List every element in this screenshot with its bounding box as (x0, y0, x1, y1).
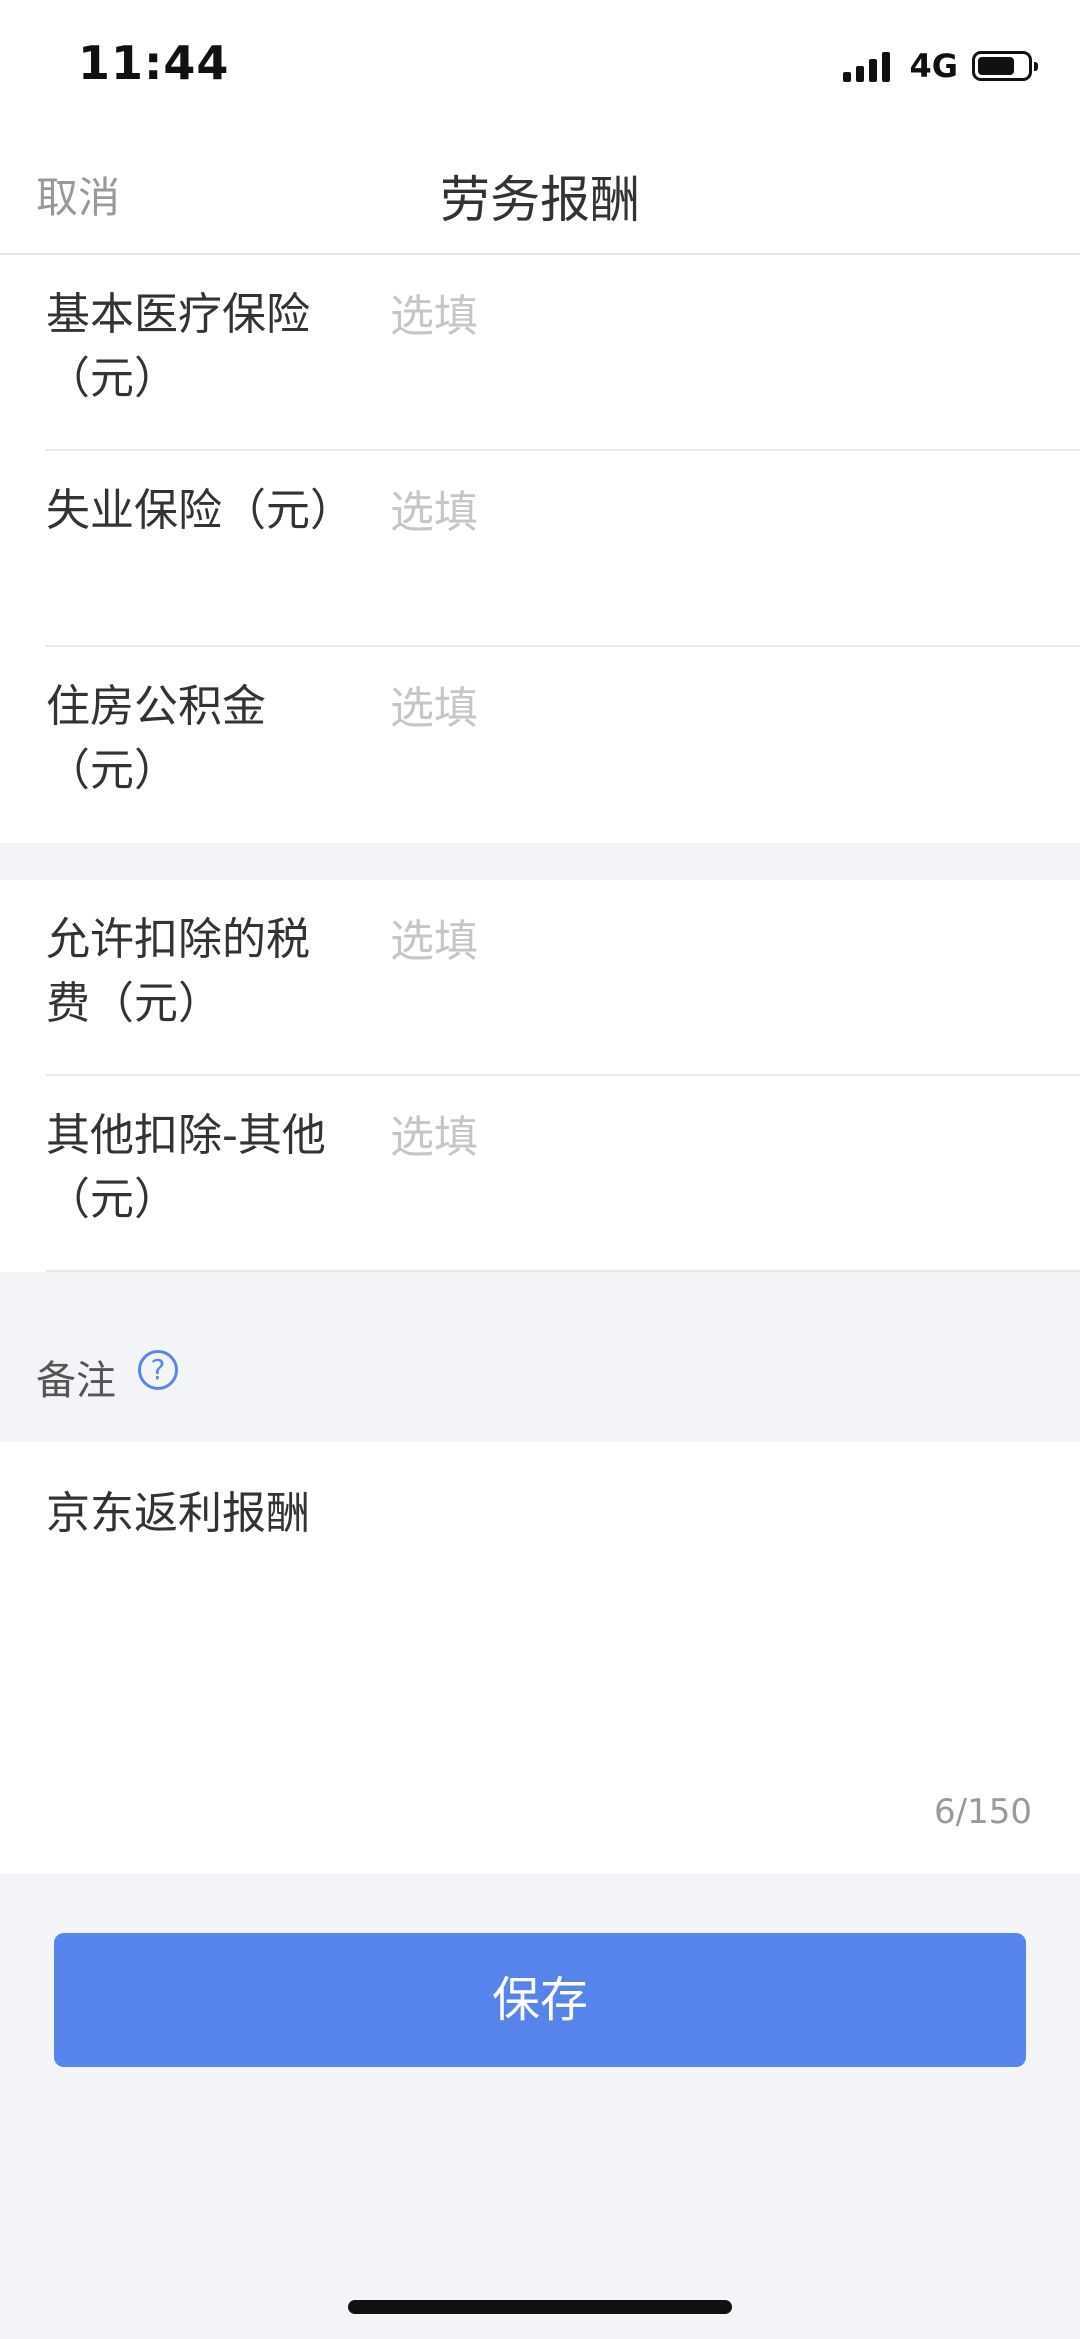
deductible-tax-input[interactable] (390, 906, 1030, 976)
remark-box: 京东返利报酬 6/150 (0, 1442, 1080, 1874)
form-row-other-deduction: 其他扣除-其他（元） (0, 1076, 1080, 1272)
remark-textarea[interactable]: 京东返利报酬 (46, 1482, 1026, 1782)
save-button[interactable]: 保存 (54, 1933, 1026, 2067)
remark-header: 备注 ? (0, 1272, 1080, 1442)
home-indicator (348, 2300, 732, 2314)
page-title: 劳务报酬 (440, 171, 640, 229)
unemployment-insurance-input[interactable] (390, 477, 1030, 547)
deductible-tax-label: 允许扣除的税费（元） (46, 914, 310, 1029)
status-indicators: 4G (843, 46, 1038, 86)
battery-fill (978, 57, 1014, 75)
form-row-unemployment-insurance: 失业保险（元） (0, 451, 1080, 647)
form-row-medical-insurance: 基本医疗保险（元） (0, 255, 1080, 451)
form-row-deductible-tax: 允许扣除的税费（元） (0, 880, 1080, 1076)
other-deduction-input[interactable] (390, 1102, 1030, 1172)
status-bar: 11:44 4G (0, 0, 1080, 132)
char-count: 6/150 (934, 1792, 1032, 1832)
unemployment-insurance-label: 失业保险（元） (46, 485, 354, 536)
medical-insurance-input[interactable] (390, 281, 1030, 351)
other-deduction-label: 其他扣除-其他（元） (46, 1110, 326, 1225)
question-circle-icon[interactable]: ? (138, 1350, 178, 1390)
signal-icon (843, 50, 895, 82)
remark-label: 备注 (36, 1358, 116, 1404)
housing-fund-label: 住房公积金（元） (46, 681, 266, 796)
nav-bar: 取消 劳务报酬 (0, 132, 1080, 255)
housing-fund-input[interactable] (390, 673, 1030, 743)
status-time: 11:44 (78, 36, 230, 90)
deduction-group-insurance: 基本医疗保险（元） 失业保险（元） 住房公积金（元） (0, 255, 1080, 843)
battery-icon (972, 51, 1038, 81)
form-row-housing-fund: 住房公积金（元） (0, 647, 1080, 843)
medical-insurance-label: 基本医疗保险（元） (46, 289, 310, 404)
deduction-group-other: 允许扣除的税费（元） 其他扣除-其他（元） (0, 880, 1080, 1272)
network-label: 4G (909, 47, 958, 85)
